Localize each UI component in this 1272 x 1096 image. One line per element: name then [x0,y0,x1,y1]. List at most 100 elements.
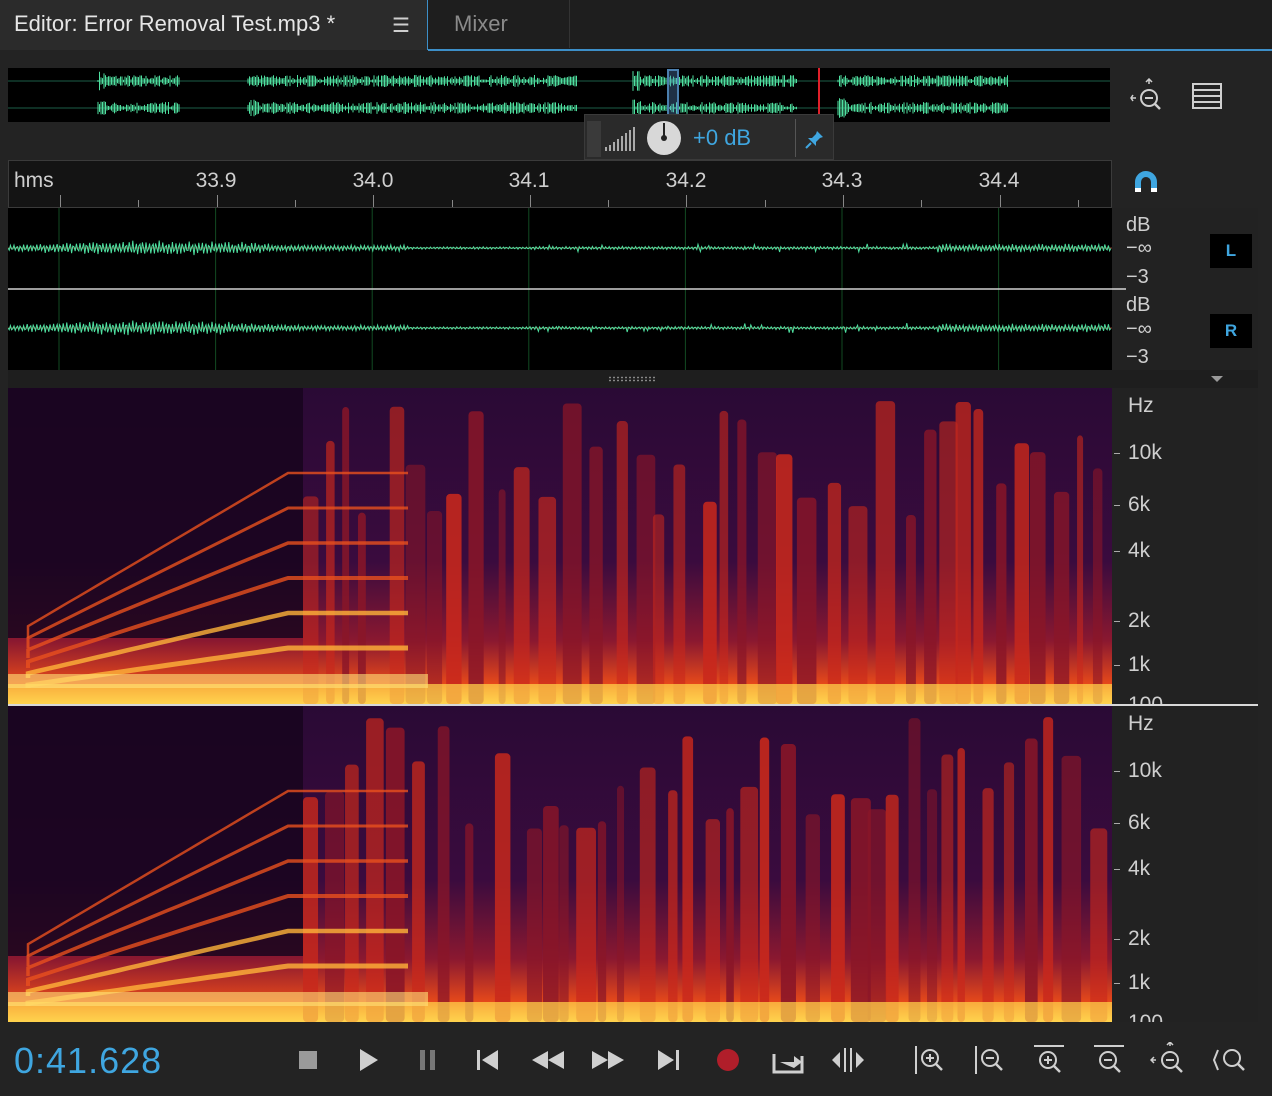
ruler-tick [60,195,61,207]
overview-viewport [667,69,679,121]
amplitude-hud: +0 dB [584,114,834,160]
skip-selection-button[interactable] [828,1042,868,1078]
zoom-in-time-button[interactable] [1030,1042,1070,1078]
fast-forward-button[interactable] [588,1042,628,1078]
waveform-display[interactable] [8,208,1112,370]
zoom-to-fit-button[interactable] [1128,77,1168,118]
waveform-graphic [8,208,1112,370]
freq-label: 1k [1128,971,1151,994]
go-to-end-button[interactable] [648,1042,688,1078]
freq-label: 100 [1128,693,1163,704]
snap-magnet-icon[interactable] [1130,168,1162,200]
ruler-tick [294,200,296,207]
list-view-icon [1192,83,1222,109]
ruler-tick [999,195,1001,207]
freq-tick [1114,939,1120,940]
view-splitter[interactable] [8,370,1258,388]
gain-knob[interactable] [645,119,683,157]
ruler-tick [529,195,531,207]
spectral-display-right[interactable] [8,706,1112,1022]
loop-icon [772,1054,804,1074]
freq-label: 2k [1128,609,1151,632]
amplitude-scale: dB −∞ −3 L dB −∞ −3 R [1112,208,1258,370]
channel-right-toggle[interactable]: R [1210,314,1252,348]
hamburger-menu-icon[interactable]: ☰ [392,13,410,38]
zoom-selection-icon [1212,1049,1245,1071]
chevron-down-icon[interactable] [1210,374,1224,384]
freq-tick [1114,453,1120,454]
zoom-out-full-button[interactable] [1149,1040,1190,1078]
stop-button[interactable] [288,1042,328,1078]
pause-button[interactable] [408,1042,448,1078]
tab-mixer[interactable]: Mixer [430,0,570,48]
pause-icon [420,1050,435,1070]
freq-tick [1114,869,1120,870]
tab-underline [428,49,1272,51]
freq-unit: Hz [1128,712,1154,735]
ruler-tick [921,200,923,207]
channel-left-toggle[interactable]: L [1210,234,1252,268]
ruler-label: 34.1 [508,169,550,192]
ruler-label: 33.9 [195,169,237,192]
go-to-start-button[interactable] [468,1042,508,1078]
ruler-label: 34.4 [978,169,1020,192]
spectrogram-graphic [8,388,1112,704]
frequency-scale-left: Hz 10k 6k 4k 2k 1k 100 [1112,388,1258,704]
ruler-tick [138,200,140,207]
skip-back-icon [477,1050,498,1070]
loop-playback-button[interactable] [768,1042,808,1078]
freq-label: 10k [1128,759,1162,782]
hud-grip-handle[interactable] [587,121,601,157]
tab-mixer-label: Mixer [454,11,508,36]
zoom-to-selection-button[interactable] [1210,1042,1250,1078]
zoom-out-amplitude-button[interactable] [970,1042,1010,1078]
ruler-tick [608,200,610,207]
db-label: dB [1126,214,1151,236]
freq-tick [1114,771,1120,772]
record-icon [717,1049,739,1071]
channel-view-toggle-button[interactable] [1188,78,1228,118]
ruler-label: 34.3 [821,169,863,192]
ruler-tick [373,195,375,207]
zoom-in-amplitude-icon [915,1046,943,1074]
current-time[interactable]: 0:41.628 [14,1040,162,1082]
zoom-full-icon [1149,1040,1183,1073]
ruler-tick [764,200,766,207]
tab-editor[interactable]: Editor: Error Removal Test.mp3 * ☰ [0,0,428,50]
play-button[interactable] [348,1042,388,1078]
freq-tick [1114,505,1120,506]
spectral-display-left[interactable] [8,388,1112,704]
splitter-grip[interactable] [608,376,656,382]
freq-label: 10k [1128,441,1162,464]
db-inf-label: −∞ [1126,237,1152,259]
freq-label: 100 [1128,1011,1163,1022]
freq-label: 4k [1128,539,1151,562]
zoom-in-time-icon [1034,1045,1064,1073]
zoom-out-time-icon [1094,1045,1124,1073]
zoom-in-amplitude-button[interactable] [910,1042,950,1078]
record-button[interactable] [708,1042,748,1078]
freq-tick [1114,551,1120,552]
time-ruler[interactable]: hms 33.9 34.0 34.1 34.2 34.3 34.4 [8,160,1112,208]
ruler-label: 34.2 [665,169,707,192]
db-minus3-label: −3 [1126,346,1149,368]
freq-label: 6k [1128,493,1151,516]
db-label: dB [1126,294,1151,316]
freq-tick [1114,823,1120,824]
skip-forward-icon [658,1050,679,1070]
waveform-overview[interactable] [8,68,1110,122]
freq-tick [1114,621,1120,622]
overview-waveform-graphic [8,68,1110,122]
tab-editor-label: Editor: Error Removal Test.mp3 * [14,11,336,36]
zoom-fit-icon [1130,77,1161,110]
spectrogram-graphic [8,706,1112,1022]
pin-icon[interactable] [805,129,825,149]
fast-forward-icon [592,1051,624,1069]
db-inf-label: −∞ [1126,318,1152,340]
rewind-button[interactable] [528,1042,568,1078]
freq-label: 2k [1128,927,1151,950]
ruler-tick [216,195,218,207]
ruler-unit: hms [14,169,54,192]
zoom-out-time-button[interactable] [1090,1042,1130,1078]
rewind-icon [532,1051,564,1069]
